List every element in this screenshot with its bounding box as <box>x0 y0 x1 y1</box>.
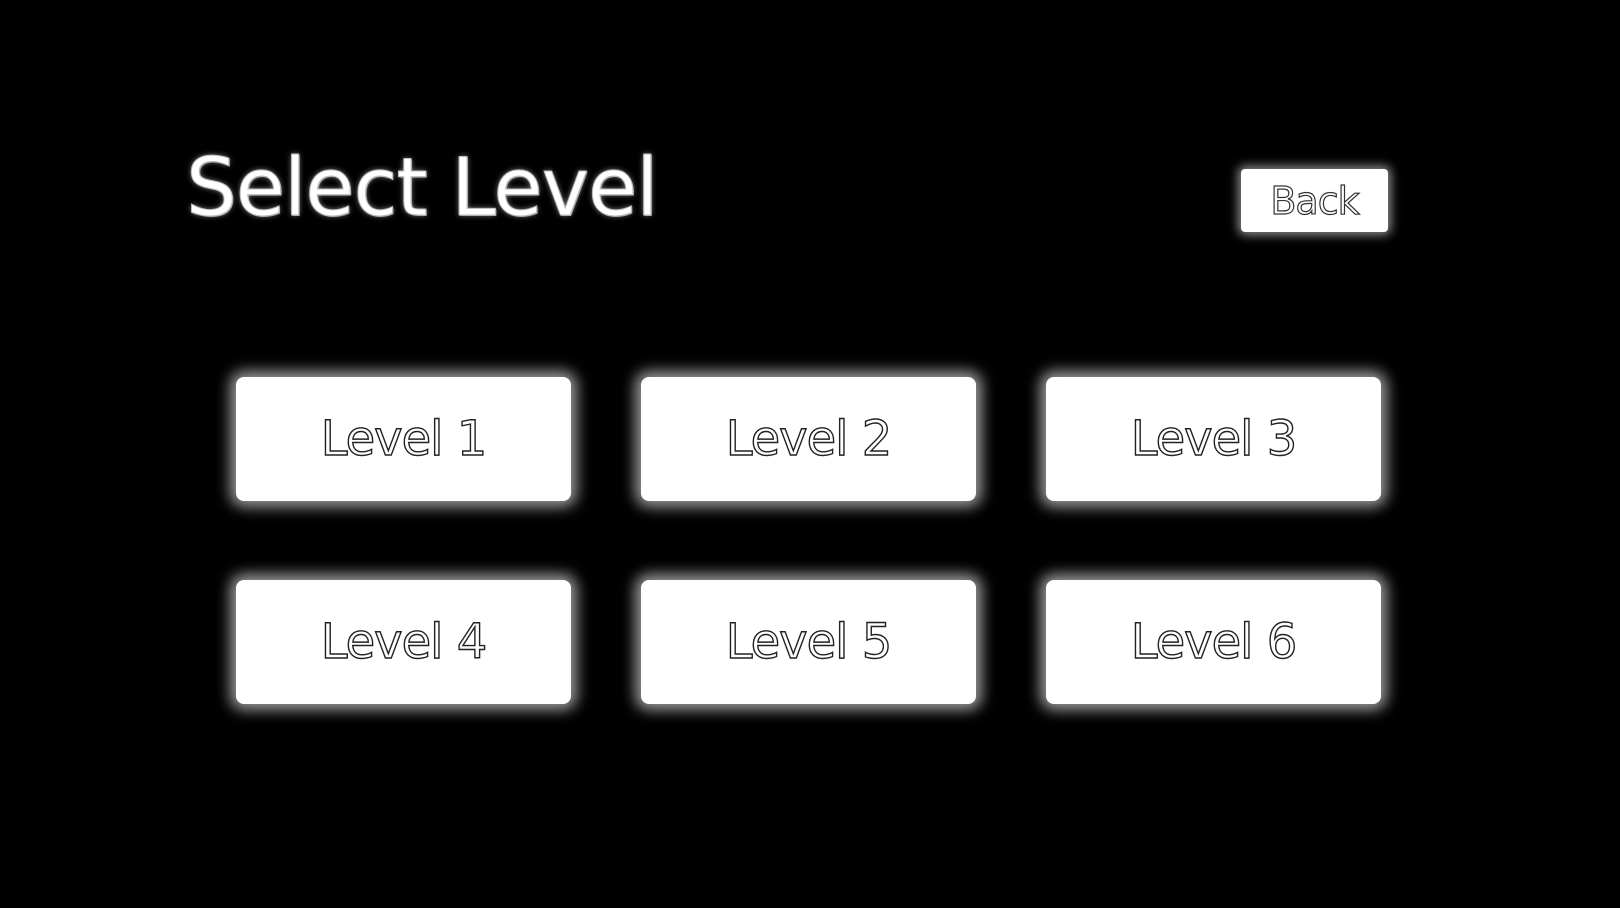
level-button-label: Level 5 <box>725 613 893 670</box>
level-button-label: Level 1 <box>320 410 488 467</box>
level-button-label: Level 2 <box>725 410 893 467</box>
level-3-button[interactable]: Level 3 <box>1046 377 1381 501</box>
level-4-button[interactable]: Level 4 <box>236 580 571 704</box>
level-button-label: Level 3 <box>1130 410 1298 467</box>
page-title: Select Level <box>185 141 658 234</box>
level-2-button[interactable]: Level 2 <box>641 377 976 501</box>
level-button-label: Level 4 <box>320 613 488 670</box>
level-select-screen: Select Level Back Level 1 Level 2 Level … <box>0 0 1620 908</box>
level-button-label: Level 6 <box>1130 613 1298 670</box>
level-5-button[interactable]: Level 5 <box>641 580 976 704</box>
back-button-label: Back <box>1270 178 1360 223</box>
level-1-button[interactable]: Level 1 <box>236 377 571 501</box>
back-button[interactable]: Back <box>1241 169 1388 232</box>
level-6-button[interactable]: Level 6 <box>1046 580 1381 704</box>
